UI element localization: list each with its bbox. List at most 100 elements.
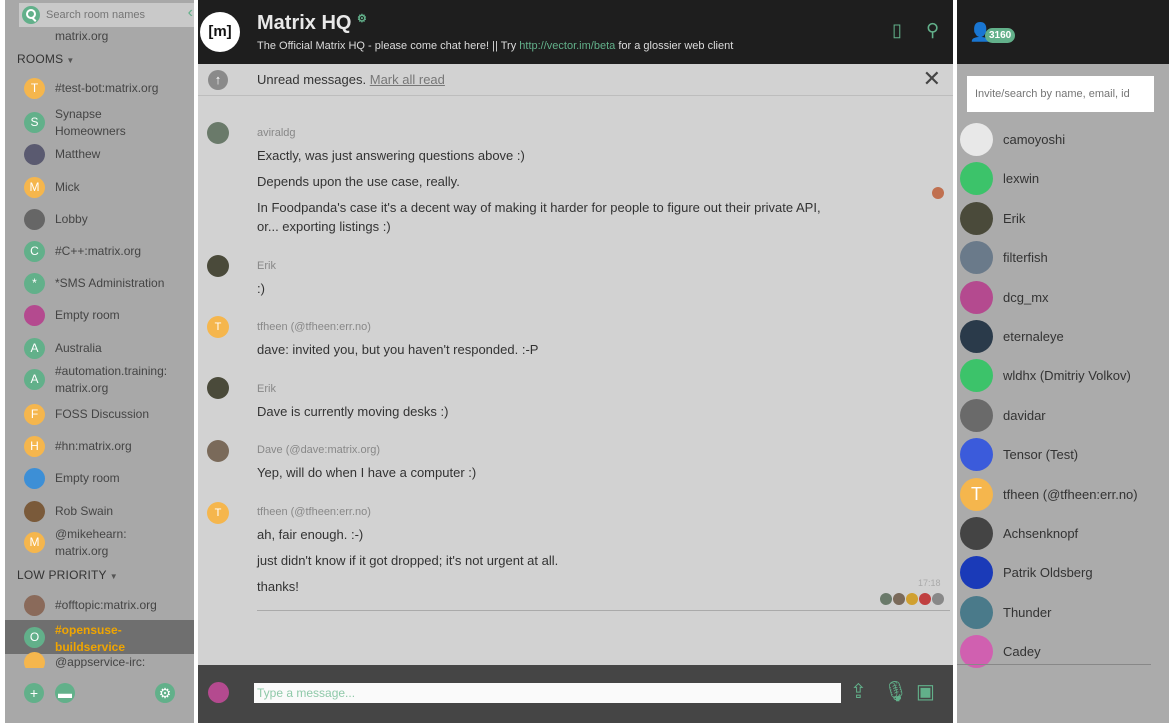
video-call-icon[interactable]: ▣ bbox=[916, 679, 935, 704]
low-priority-section-header[interactable]: LOW PRIORITY ▼ bbox=[17, 568, 118, 582]
avatar[interactable] bbox=[207, 122, 229, 144]
files-icon[interactable]: ▯ bbox=[892, 20, 902, 41]
message-body: thanks! bbox=[257, 579, 299, 594]
message-sender[interactable]: Dave (@dave:matrix.org) bbox=[257, 444, 380, 456]
read-receipt-avatar[interactable] bbox=[880, 593, 892, 605]
member-item[interactable]: Ttfheen (@tfheen:err.no) bbox=[957, 477, 1169, 513]
avatar[interactable]: T bbox=[207, 316, 229, 338]
avatar[interactable] bbox=[207, 440, 229, 462]
read-receipt-avatar[interactable] bbox=[932, 593, 944, 605]
close-icon[interactable]: ✕ bbox=[923, 66, 941, 92]
topic-text-pre: The Official Matrix HQ - please come cha… bbox=[257, 40, 520, 52]
room-label: #offtopic:matrix.org bbox=[55, 597, 157, 612]
avatar bbox=[960, 123, 993, 156]
message-sender[interactable]: Erik bbox=[257, 383, 276, 395]
member-item[interactable]: lexwin bbox=[957, 161, 1169, 197]
member-item[interactable]: Thunder bbox=[957, 595, 1169, 631]
room-label: Matthew bbox=[55, 146, 101, 161]
message-timestamp: 17:18 bbox=[918, 578, 941, 588]
avatar bbox=[960, 201, 993, 235]
member-item[interactable]: filterfish bbox=[957, 240, 1169, 276]
invite-search-input[interactable] bbox=[967, 76, 1154, 112]
avatar[interactable]: T bbox=[207, 502, 229, 524]
member-item[interactable]: Patrik Oldsberg bbox=[957, 555, 1169, 591]
directory-button[interactable]: ▬ bbox=[55, 683, 75, 703]
read-receipt-avatar[interactable] bbox=[932, 187, 944, 199]
room-avatar[interactable]: [m] bbox=[200, 12, 240, 52]
read-receipt-avatar[interactable] bbox=[919, 593, 931, 605]
room-item[interactable]: F FOSS Discussion bbox=[5, 403, 194, 425]
rooms-section-header[interactable]: ROOMS ▼ bbox=[17, 52, 74, 66]
avatar[interactable] bbox=[207, 255, 229, 277]
avatar bbox=[960, 398, 993, 432]
create-room-button[interactable]: + bbox=[24, 683, 44, 703]
member-item[interactable]: Achsenknopf bbox=[957, 516, 1169, 552]
room-search-input[interactable] bbox=[46, 5, 181, 25]
member-item[interactable]: wldhx (Dmitriy Volkov) bbox=[957, 358, 1169, 394]
room-item[interactable]: S Synapse Homeowners bbox=[5, 104, 194, 140]
room-item[interactable]: Matthew bbox=[5, 143, 194, 165]
unread-bar: ↑ Unread messages. Mark all read ✕ bbox=[198, 64, 953, 96]
member-name: Tensor (Test) bbox=[1003, 447, 1079, 463]
message-body: ah, fair enough. :-) bbox=[257, 527, 364, 542]
avatar bbox=[960, 162, 993, 196]
room-label: *SMS Administration bbox=[55, 275, 165, 290]
gear-icon[interactable]: ⚙ bbox=[357, 13, 367, 25]
unread-text: Unread messages. bbox=[257, 72, 367, 87]
member-item[interactable]: dcg_mx bbox=[957, 280, 1169, 316]
room-item[interactable]: #offtopic:matrix.org bbox=[5, 594, 194, 616]
avatar bbox=[24, 594, 45, 616]
message-body: :) bbox=[257, 281, 265, 296]
room-item[interactable]: C #C++:matrix.org bbox=[5, 240, 194, 262]
chat-panel: [m] Matrix HQ ⚙ The Official Matrix HQ -… bbox=[198, 0, 953, 723]
member-item[interactable]: eternaleye bbox=[957, 319, 1169, 355]
avatar[interactable] bbox=[207, 377, 229, 399]
message-sender[interactable]: aviraldg bbox=[257, 127, 296, 139]
member-name: filterfish bbox=[1003, 250, 1048, 266]
microphone-icon[interactable]: 🎙 bbox=[883, 679, 908, 704]
read-receipt-avatar[interactable] bbox=[906, 593, 918, 605]
upload-icon[interactable]: ⇪ bbox=[850, 679, 867, 704]
message-sender[interactable]: tfheen (@tfheen:err.no) bbox=[257, 506, 371, 518]
topic-link[interactable]: http://vector.im/beta bbox=[519, 40, 615, 52]
member-item[interactable]: camoyoshi bbox=[957, 122, 1169, 158]
message-sender[interactable]: Erik bbox=[257, 260, 276, 272]
app-window: ‹ matrix.org ROOMS▼ T#test-bot:matrix.or… bbox=[0, 0, 1169, 723]
avatar bbox=[24, 304, 45, 326]
room-item[interactable]: O #opensuse-buildservice bbox=[5, 620, 194, 654]
member-item[interactable]: davidar bbox=[957, 398, 1169, 434]
room-item[interactable]: Rob Swain bbox=[5, 500, 194, 522]
room-item[interactable]: H #hn:matrix.org bbox=[5, 435, 194, 457]
arrow-up-icon[interactable]: ↑ bbox=[208, 70, 228, 90]
member-item[interactable]: Erik bbox=[957, 201, 1169, 237]
room-item[interactable]: M @mikehearn: matrix.org bbox=[5, 524, 194, 560]
topic-text-post: for a glossier web client bbox=[615, 40, 734, 52]
room-label: Empty room bbox=[55, 307, 120, 322]
room-item[interactable]: Empty room bbox=[5, 467, 194, 489]
room-item[interactable]: Lobby bbox=[5, 208, 194, 230]
member-name: Patrik Oldsberg bbox=[1003, 565, 1093, 581]
member-name: lexwin bbox=[1003, 171, 1040, 187]
settings-button[interactable]: ⚙ bbox=[155, 683, 175, 703]
room-item[interactable]: Empty room bbox=[5, 304, 194, 326]
room-label: #automation.training: matrix.org bbox=[55, 364, 168, 395]
mark-all-read-link[interactable]: Mark all read bbox=[370, 72, 445, 87]
read-receipt-avatar[interactable] bbox=[893, 593, 905, 605]
room-title[interactable]: Matrix HQ ⚙ bbox=[257, 12, 367, 35]
room-item[interactable]: * *SMS Administration bbox=[5, 272, 194, 294]
message-sender[interactable]: tfheen (@tfheen:err.no) bbox=[257, 321, 371, 333]
message-input[interactable] bbox=[254, 683, 841, 703]
member-item[interactable]: Tensor (Test) bbox=[957, 437, 1169, 473]
avatar bbox=[24, 500, 45, 522]
avatar bbox=[960, 241, 993, 275]
room-item[interactable]: A #automation.training: matrix.org bbox=[5, 361, 194, 397]
room-item[interactable]: M Mick bbox=[5, 176, 194, 198]
room-item[interactable]: T #test-bot:matrix.org bbox=[5, 77, 194, 99]
search-icon[interactable] bbox=[22, 6, 40, 24]
room-label: #hn:matrix.org bbox=[55, 438, 132, 453]
room-item[interactable]: A Australia bbox=[5, 337, 194, 359]
room-item[interactable]: @appservice-irc: bbox=[5, 651, 194, 673]
collapse-icon[interactable]: ‹ bbox=[188, 4, 193, 22]
member-name: tfheen (@tfheen:err.no) bbox=[1003, 486, 1138, 502]
search-icon[interactable]: ⚲ bbox=[926, 20, 939, 41]
